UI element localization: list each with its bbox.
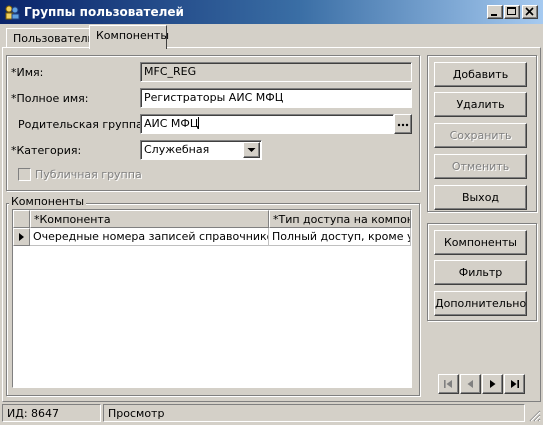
chevron-down-icon: [247, 148, 256, 152]
status-id: ИД: 8647: [2, 404, 101, 422]
grid-header-access-type[interactable]: *Тип доступа на компон...: [269, 210, 411, 228]
components-group-label: Компоненты: [9, 195, 87, 208]
tab-users-label: Пользователи: [13, 32, 95, 45]
parent-group-field[interactable]: АИС МФЦ: [140, 114, 394, 134]
components-button[interactable]: Компоненты: [434, 230, 527, 255]
name-label: *Имя:: [11, 66, 44, 79]
category-value: Служебная: [144, 143, 210, 156]
public-group-label: Публичная группа: [35, 168, 142, 181]
components-grid[interactable]: *Компонента *Тип доступа на компон... Оч…: [12, 209, 412, 388]
more-button[interactable]: Дополнительно: [434, 291, 527, 316]
grid-corner: [13, 210, 30, 228]
table-cell[interactable]: Очередные номера записей справочников: [30, 228, 269, 246]
tab-users[interactable]: Пользователи: [6, 28, 95, 48]
parent-group-value: АИС МФЦ: [144, 117, 199, 130]
last-record-icon: [511, 380, 519, 388]
close-button[interactable]: [522, 5, 538, 19]
category-label: *Категория:: [11, 144, 82, 157]
next-record-button[interactable]: [482, 374, 503, 394]
fullname-field[interactable]: Регистраторы АИС МФЦ: [140, 88, 412, 108]
first-record-button[interactable]: [438, 374, 459, 394]
ellipsis-icon: [397, 123, 409, 127]
parent-group-label: Родительская группа:: [18, 118, 147, 131]
window-title: Группы пользователей: [24, 5, 184, 19]
cancel-button[interactable]: Отменить: [434, 154, 527, 179]
minimize-icon: [491, 14, 497, 16]
category-dropdown-button[interactable]: [243, 142, 260, 158]
size-grip-icon[interactable]: [527, 408, 541, 422]
title-bar[interactable]: Группы пользователей: [0, 0, 543, 24]
name-field[interactable]: MFC_REG: [140, 62, 412, 82]
tab-components-label: Компоненты: [96, 29, 170, 42]
minimize-button[interactable]: [487, 5, 503, 19]
tab-components[interactable]: Компоненты: [89, 25, 170, 49]
grid-header-component[interactable]: *Компонента: [30, 210, 269, 228]
fullname-label: *Полное имя:: [11, 92, 89, 105]
users-group-icon: [5, 5, 20, 20]
save-button[interactable]: Сохранить: [434, 123, 527, 148]
row-pointer-icon: [19, 233, 24, 241]
previous-record-icon: [467, 380, 473, 388]
next-record-icon: [490, 380, 496, 388]
maximize-icon: [507, 7, 516, 15]
text-cursor: [198, 117, 200, 129]
previous-record-button[interactable]: [460, 374, 481, 394]
last-record-button[interactable]: [504, 374, 525, 394]
table-cell[interactable]: Полный доступ, кроме у...: [269, 228, 411, 246]
close-icon: [525, 7, 534, 16]
exit-button[interactable]: Выход: [434, 185, 527, 210]
first-record-icon: [444, 380, 452, 388]
status-mode: Просмотр: [103, 404, 525, 422]
filter-button[interactable]: Фильтр: [434, 260, 527, 285]
delete-button[interactable]: Удалить: [434, 92, 527, 117]
row-indicator[interactable]: [13, 228, 30, 246]
add-button[interactable]: Добавить: [434, 62, 527, 87]
maximize-button[interactable]: [504, 5, 520, 19]
parent-group-browse-button[interactable]: [394, 114, 412, 134]
public-group-checkbox[interactable]: [18, 168, 31, 181]
